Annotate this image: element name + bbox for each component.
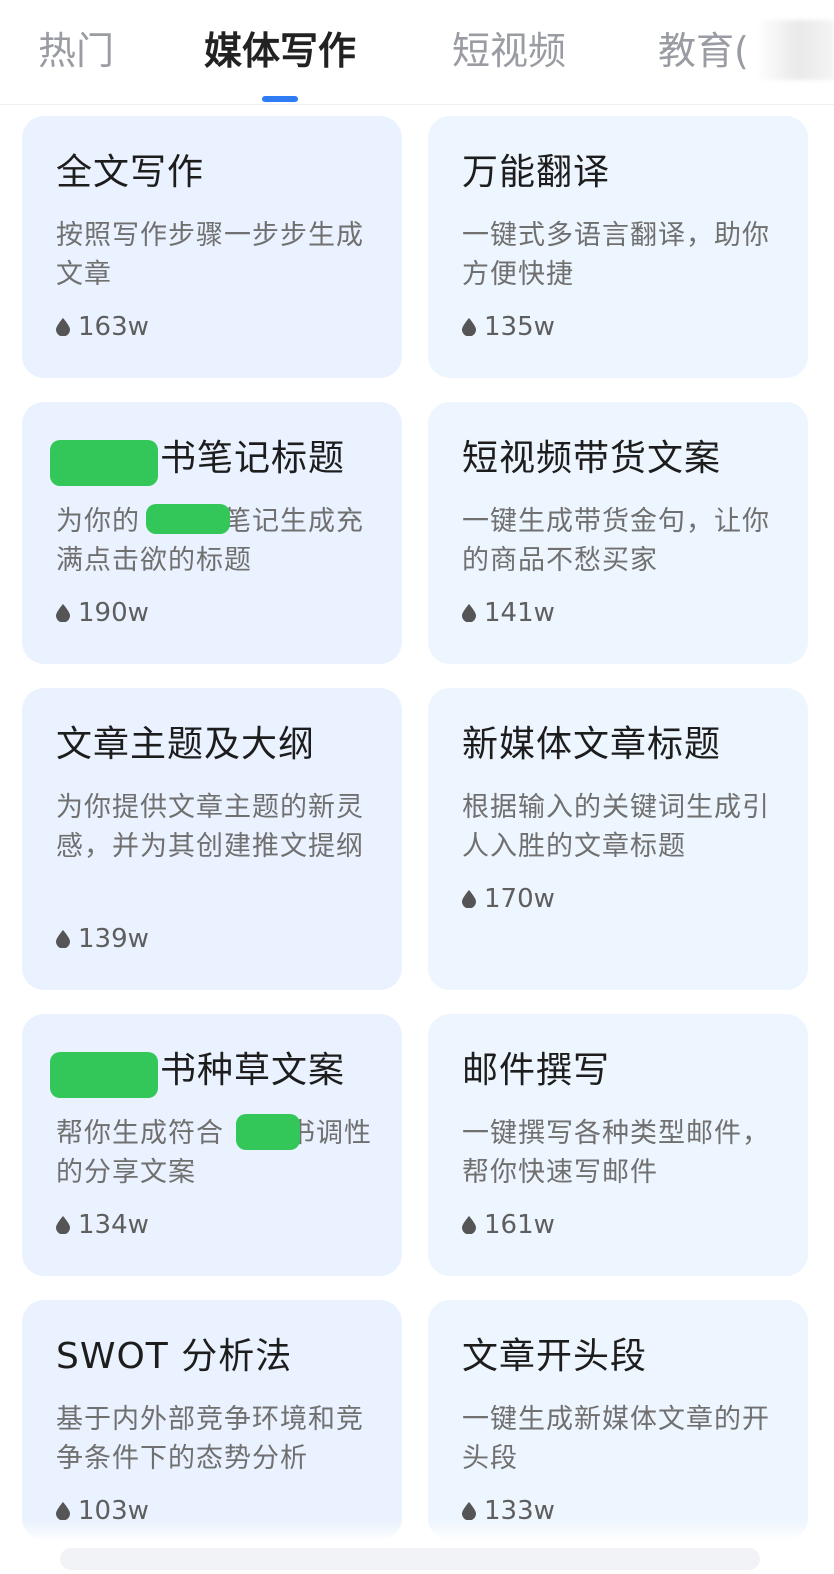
flame-drop-icon	[56, 604, 70, 622]
card-title: 新媒体文章标题	[462, 724, 722, 765]
flame-drop-icon	[56, 1216, 70, 1234]
tab-short-video[interactable]: 短视频	[452, 28, 566, 74]
redaction-mark	[50, 1052, 158, 1098]
card-usage-count: 141w	[462, 596, 555, 630]
card-usage-count: 135w	[462, 310, 555, 344]
card-description: 一键生成新媒体文章的开头段	[462, 1404, 770, 1474]
card-description: 帮你生成符合 书调性的分享文案	[56, 1114, 372, 1192]
card-description: 按照写作步骤一步步生成文章	[56, 220, 364, 290]
usage-count-value: 139w	[78, 924, 149, 954]
tab-overflow-fade	[756, 20, 834, 80]
card-title: 书笔记标题	[160, 438, 346, 479]
tool-card-swot[interactable]: SWOT 分析法 基于内外部竞争环境和竞争条件下的态势分析 103w	[22, 1300, 402, 1540]
tool-card-article-opening[interactable]: 文章开头段 一键生成新媒体文章的开头段 133w	[428, 1300, 808, 1540]
card-description: 基于内外部竞争环境和竞争条件下的态势分析	[56, 1404, 364, 1474]
card-usage-count: 161w	[462, 1208, 555, 1242]
description-part: 为你的	[56, 506, 140, 537]
tab-media-writing[interactable]: 媒体写作	[204, 28, 356, 74]
tool-card-seeding-copy[interactable]: 书种草文案 帮你生成符合 书调性的分享文案 134w	[22, 1014, 402, 1276]
usage-count-value: 141w	[484, 598, 555, 628]
card-usage-count: 139w	[56, 922, 149, 956]
card-title: 邮件撰写	[462, 1050, 611, 1091]
tab-hot[interactable]: 热门	[38, 28, 114, 74]
card-description: 一键生成带货金句，让你的商品不愁买家	[462, 506, 770, 576]
usage-count-value: 161w	[484, 1210, 555, 1240]
card-usage-count: 163w	[56, 310, 149, 344]
flame-drop-icon	[462, 318, 476, 336]
card-description: 一键式多语言翻译，助你方便快捷	[462, 220, 770, 290]
card-usage-count: 134w	[56, 1208, 149, 1242]
flame-drop-icon	[462, 890, 476, 908]
tool-card-full-writing[interactable]: 全文写作 按照写作步骤一步步生成文章 163w	[22, 116, 402, 378]
redaction-mark	[236, 1114, 300, 1150]
card-title: SWOT 分析法	[56, 1336, 293, 1377]
card-title: 文章主题及大纲	[56, 724, 316, 765]
active-tab-indicator	[262, 96, 298, 102]
tool-card-new-media-title[interactable]: 新媒体文章标题 根据输入的关键词生成引人入胜的文章标题 170w	[428, 688, 808, 990]
tool-card-short-video-copy[interactable]: 短视频带货文案 一键生成带货金句，让你的商品不愁买家 141w	[428, 402, 808, 664]
redaction-mark	[146, 504, 230, 534]
usage-count-value: 190w	[78, 598, 149, 628]
usage-count-value: 163w	[78, 312, 149, 342]
tool-card-topic-outline[interactable]: 文章主题及大纲 为你提供文章主题的新灵感，并为其创建推文提纲 139w	[22, 688, 402, 990]
usage-count-value: 134w	[78, 1210, 149, 1240]
redaction-mark	[50, 440, 158, 486]
flame-drop-icon	[56, 930, 70, 948]
card-title: 书种草文案	[160, 1050, 346, 1091]
flame-drop-icon	[462, 1216, 476, 1234]
tool-card-email-writing[interactable]: 邮件撰写 一键撰写各种类型邮件，帮你快速写邮件 161w	[428, 1014, 808, 1276]
card-title: 短视频带货文案	[462, 438, 722, 479]
usage-count-value: 135w	[484, 312, 555, 342]
tool-card-universal-translate[interactable]: 万能翻译 一键式多语言翻译，助你方便快捷 135w	[428, 116, 808, 378]
bottom-bar-edge	[60, 1548, 760, 1570]
card-description: 根据输入的关键词生成引人入胜的文章标题	[462, 792, 770, 862]
flame-drop-icon	[462, 1502, 476, 1520]
card-usage-count: 190w	[56, 596, 149, 630]
card-title: 文章开头段	[462, 1336, 648, 1377]
category-tab-bar: 热门 媒体写作 短视频 教育(	[0, 0, 834, 105]
flame-drop-icon	[56, 318, 70, 336]
card-description: 一键撰写各种类型邮件，帮你快速写邮件	[462, 1118, 770, 1188]
card-title: 万能翻译	[462, 152, 611, 193]
flame-drop-icon	[462, 604, 476, 622]
card-usage-count: 170w	[462, 882, 555, 916]
flame-drop-icon	[56, 1502, 70, 1520]
description-part: 帮你生成符合	[56, 1118, 224, 1149]
card-title: 全文写作	[56, 152, 205, 193]
usage-count-value: 170w	[484, 884, 555, 914]
tool-card-notes-title[interactable]: 书笔记标题 为你的 笔记生成充满点击欲的标题 190w	[22, 402, 402, 664]
tab-education[interactable]: 教育(	[658, 28, 749, 74]
card-description: 为你提供文章主题的新灵感，并为其创建推文提纲	[56, 792, 364, 862]
